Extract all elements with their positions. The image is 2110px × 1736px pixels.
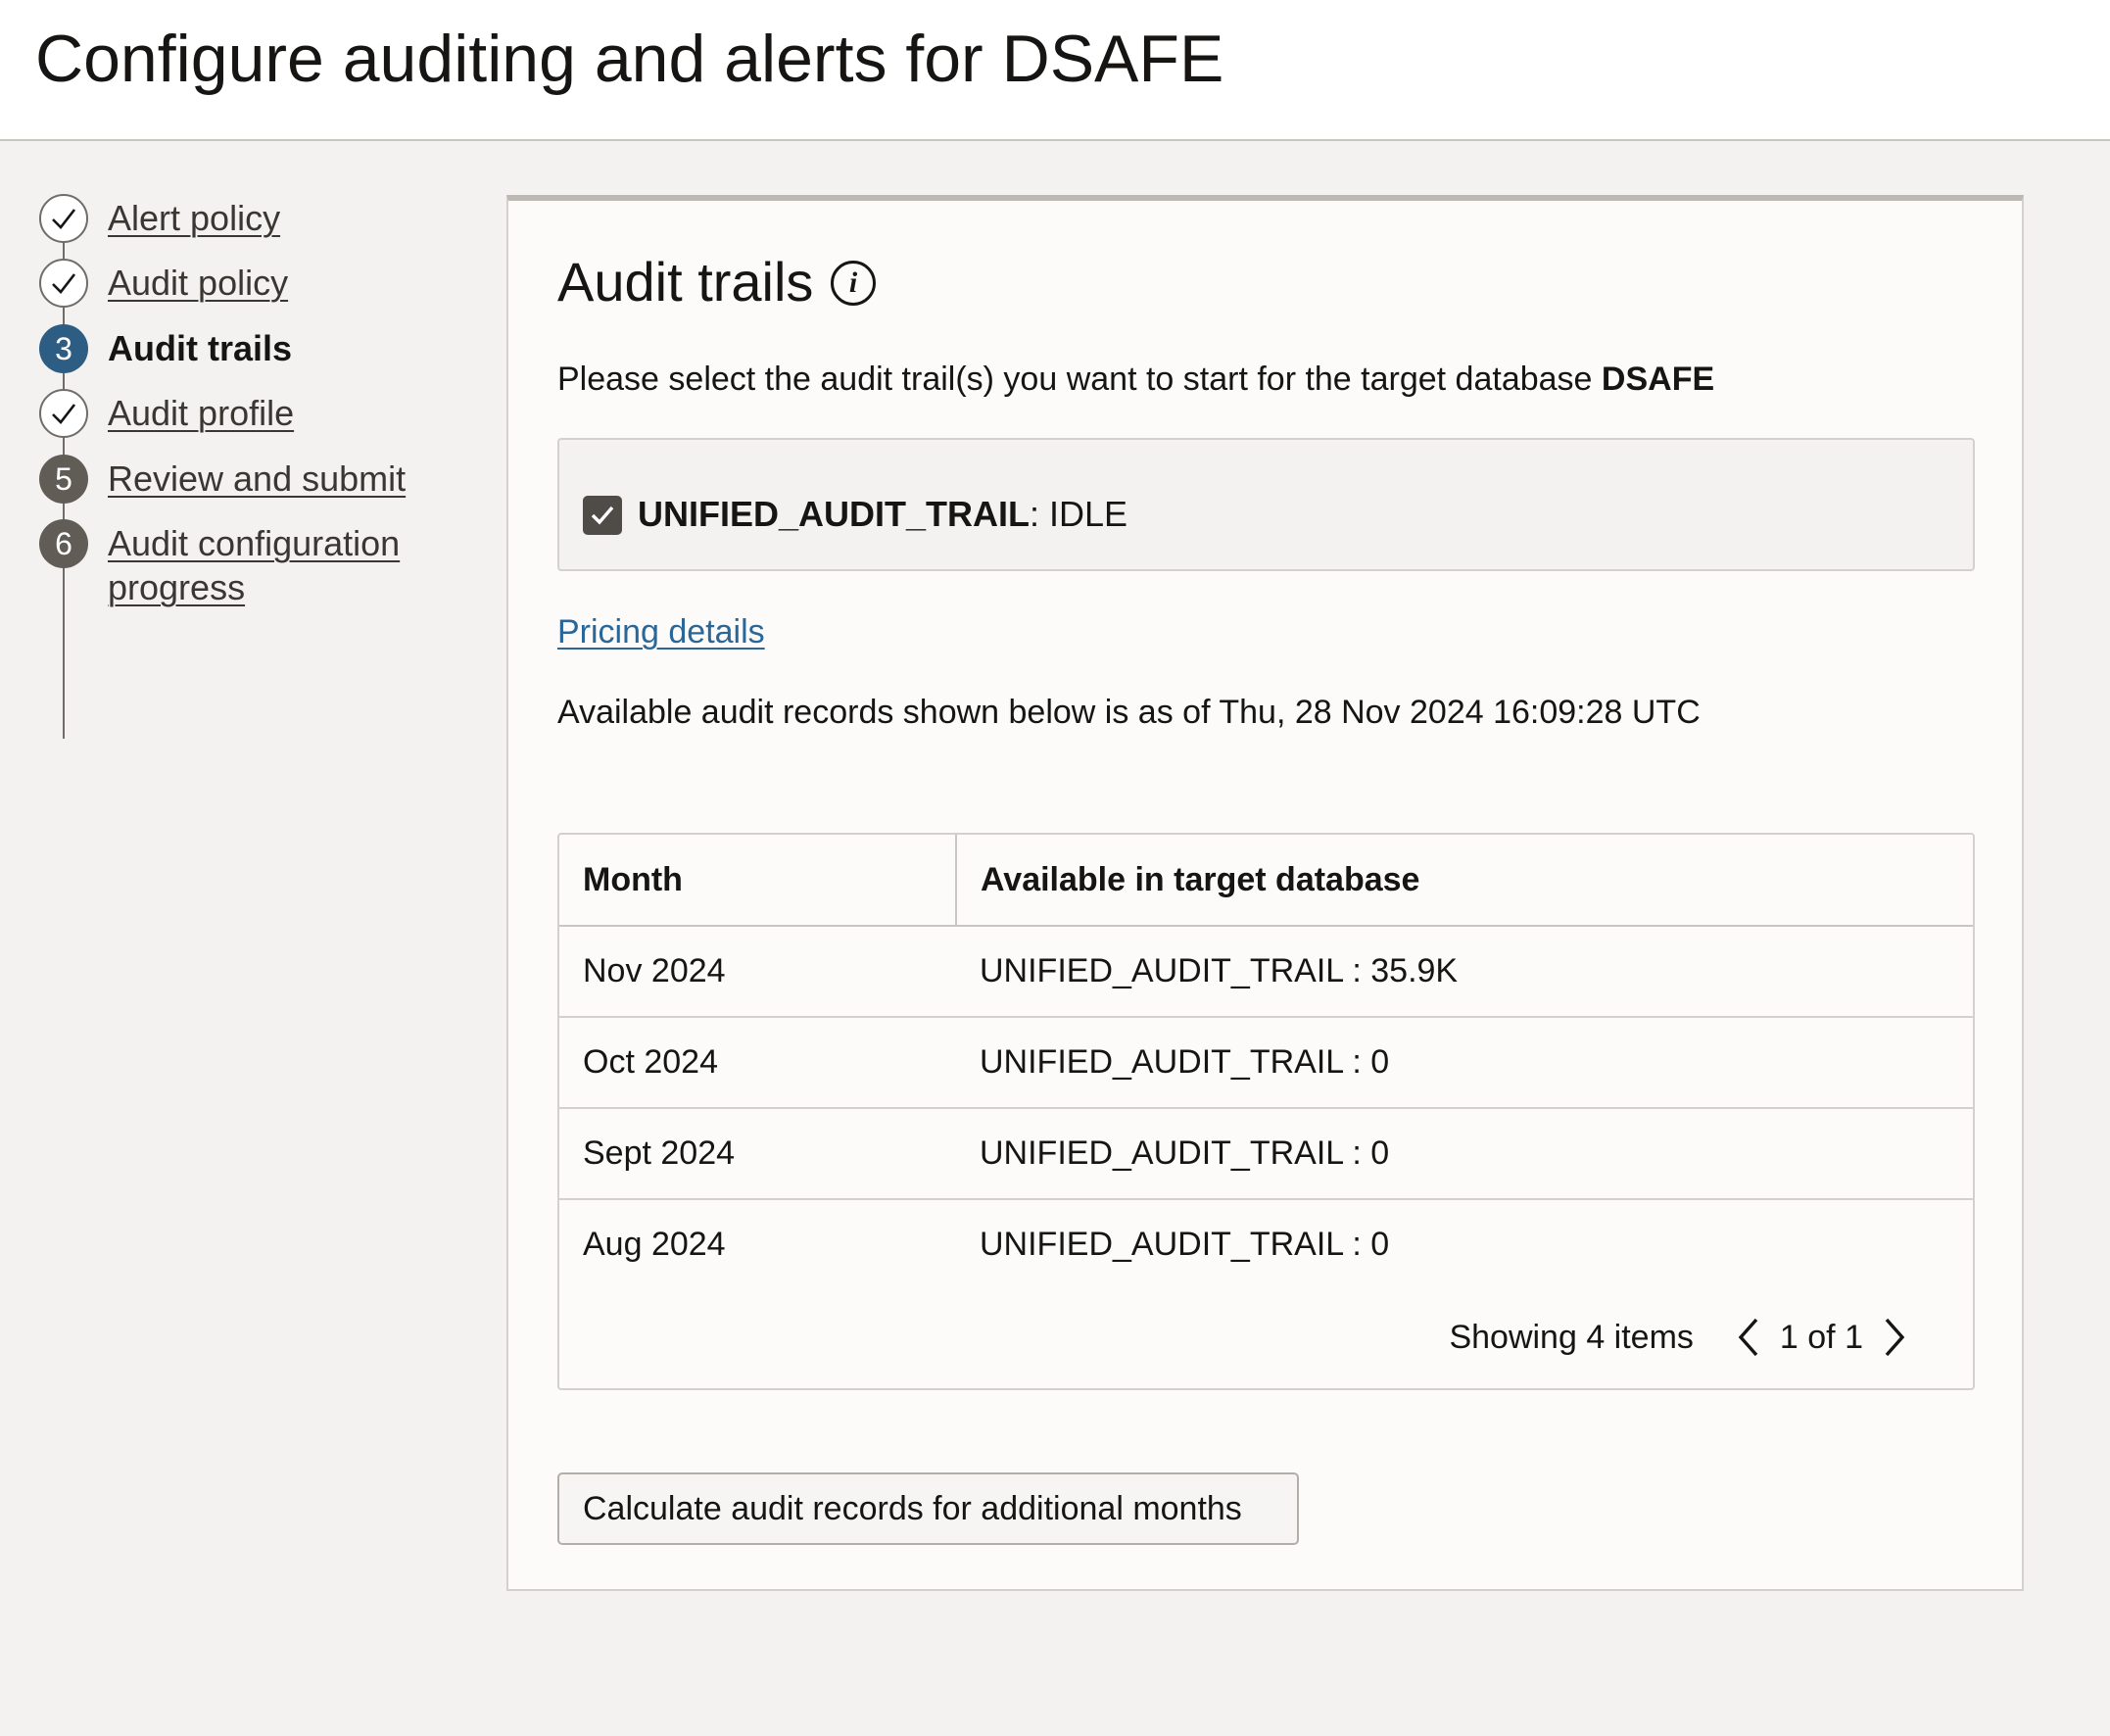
next-page-button[interactable] <box>1875 1312 1914 1363</box>
unified-audit-trail-checkbox[interactable] <box>583 496 622 535</box>
audit-trail-option: UNIFIED_AUDIT_TRAIL: IDLE <box>557 438 1975 571</box>
step-label-review-and-submit[interactable]: Review and submit <box>108 457 406 501</box>
cell-month: Oct 2024 <box>559 1017 956 1109</box>
step-number-badge: 5 <box>39 455 88 504</box>
pagination: Showing 4 items 1 of 1 <box>1449 1312 1914 1363</box>
pagination-page-indicator: 1 of 1 <box>1779 1318 1863 1356</box>
audit-trail-name: UNIFIED_AUDIT_TRAIL <box>638 494 1031 534</box>
cell-available: UNIFIED_AUDIT_TRAIL : 0 <box>980 1226 1390 1263</box>
audit-trail-status: : IDLE <box>1030 494 1128 534</box>
pagination-item-count: Showing 4 items <box>1449 1318 1694 1356</box>
step-label-audit-profile[interactable]: Audit profile <box>108 391 294 435</box>
calculate-additional-months-button[interactable]: Calculate audit records for additional m… <box>557 1472 1299 1545</box>
cell-available: UNIFIED_AUDIT_TRAIL : 0 <box>956 1108 1973 1200</box>
checkmark-icon <box>591 506 614 525</box>
chevron-left-icon <box>1738 1318 1758 1357</box>
cell-month: Aug 2024 <box>583 1226 726 1263</box>
page-header: Configure auditing and alerts for DSAFE <box>0 0 2110 141</box>
step-number-badge: 3 <box>39 324 88 373</box>
instruction-prefix: Please select the audit trail(s) you wan… <box>557 361 1602 398</box>
table-row: Nov 2024 UNIFIED_AUDIT_TRAIL : 35.9K <box>559 926 1973 1018</box>
pricing-details-link[interactable]: Pricing details <box>557 610 765 653</box>
table-row: Aug 2024 UNIFIED_AUDIT_TRAIL : 0 <box>559 1199 1973 1289</box>
audit-trails-card: Audit trails i Please select the audit t… <box>506 195 2024 1591</box>
step-number-badge: 6 <box>39 519 88 568</box>
checkmark-icon <box>39 389 88 438</box>
checkmark-icon <box>39 259 88 308</box>
cell-available: UNIFIED_AUDIT_TRAIL : 35.9K <box>956 926 1973 1018</box>
step-label-audit-configuration-progress[interactable]: Audit configuration progress <box>108 521 441 609</box>
audit-records-table: Month Available in target database Nov 2… <box>557 833 1975 1390</box>
table-row: Oct 2024 UNIFIED_AUDIT_TRAIL : 0 <box>559 1017 1973 1109</box>
instruction-text: Please select the audit trail(s) you wan… <box>557 358 1714 401</box>
table-row: Sept 2024 UNIFIED_AUDIT_TRAIL : 0 <box>559 1108 1973 1200</box>
chevron-right-icon <box>1885 1318 1905 1357</box>
previous-page-button[interactable] <box>1729 1312 1768 1363</box>
table-header-row: Month Available in target database <box>559 835 1973 927</box>
info-icon[interactable]: i <box>831 261 876 306</box>
column-header-available[interactable]: Available in target database <box>956 835 1973 927</box>
section-title: Audit trails <box>557 251 814 313</box>
column-header-month[interactable]: Month <box>559 835 957 927</box>
cell-available: UNIFIED_AUDIT_TRAIL : 0 <box>956 1017 1973 1109</box>
target-database-name: DSAFE <box>1601 361 1715 398</box>
step-label-audit-trails: Audit trails <box>108 328 293 368</box>
step-label-audit-policy[interactable]: Audit policy <box>108 261 288 305</box>
checkmark-icon <box>39 194 88 243</box>
cell-month: Sept 2024 <box>559 1108 956 1200</box>
step-label-alert-policy[interactable]: Alert policy <box>108 196 280 240</box>
audit-trail-label: UNIFIED_AUDIT_TRAIL: IDLE <box>638 493 1127 536</box>
page-title: Configure auditing and alerts for DSAFE <box>35 22 1224 96</box>
cell-month: Nov 2024 <box>559 926 956 1018</box>
records-as-of-text: Available audit records shown below is a… <box>557 694 1701 731</box>
